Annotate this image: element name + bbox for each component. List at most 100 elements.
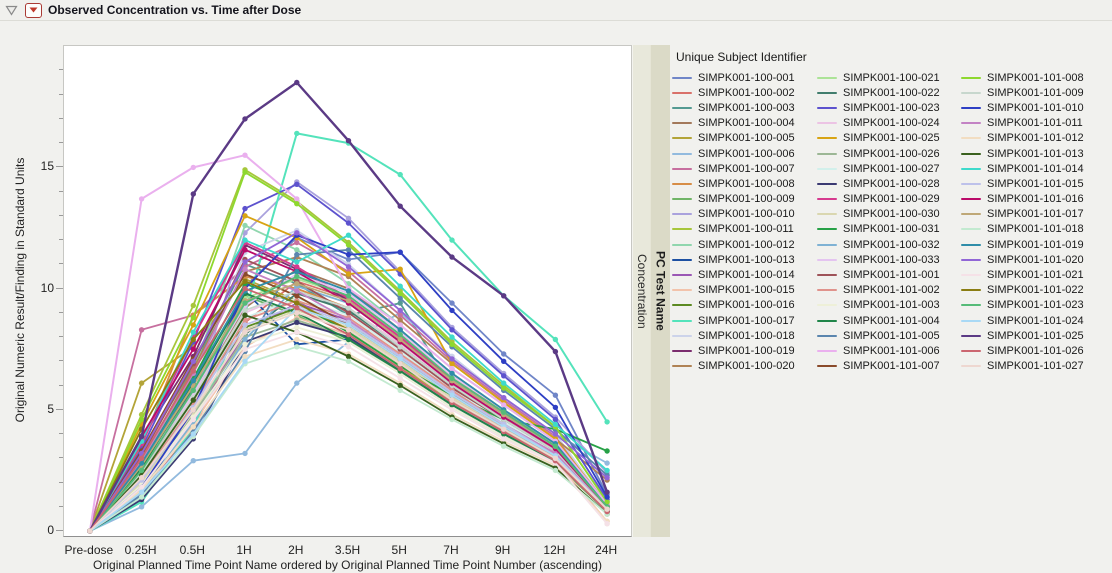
legend-item[interactable]: SIMPK001-101-014 <box>961 161 1084 176</box>
series-marker[interactable] <box>242 451 247 456</box>
series-marker[interactable] <box>191 431 196 436</box>
series-marker[interactable] <box>294 293 299 298</box>
series-marker[interactable] <box>553 456 558 461</box>
series-marker[interactable] <box>294 269 299 274</box>
legend-item[interactable]: SIMPK001-100-027 <box>817 161 940 176</box>
legend-item[interactable]: SIMPK001-100-019 <box>672 343 795 358</box>
series-marker[interactable] <box>604 521 609 526</box>
series-marker[interactable] <box>242 322 247 327</box>
series-marker[interactable] <box>294 305 299 310</box>
legend-item[interactable]: SIMPK001-100-030 <box>817 207 940 222</box>
series-marker[interactable] <box>553 417 558 422</box>
legend-item[interactable]: SIMPK001-101-008 <box>961 70 1084 85</box>
legend-item[interactable]: SIMPK001-100-016 <box>672 298 795 313</box>
series-marker[interactable] <box>449 327 454 332</box>
series-marker[interactable] <box>242 337 247 342</box>
series-marker[interactable] <box>501 395 506 400</box>
series-marker[interactable] <box>604 494 609 499</box>
series-marker[interactable] <box>191 303 196 308</box>
series-marker[interactable] <box>398 376 403 381</box>
series-marker[interactable] <box>294 320 299 325</box>
series-marker[interactable] <box>449 366 454 371</box>
series-marker[interactable] <box>242 247 247 252</box>
series-marker[interactable] <box>294 247 299 252</box>
legend-item[interactable]: SIMPK001-101-010 <box>961 100 1084 115</box>
series-marker[interactable] <box>346 354 351 359</box>
series-marker[interactable] <box>346 288 351 293</box>
series-marker[interactable] <box>139 196 144 201</box>
series-marker[interactable] <box>242 206 247 211</box>
series-marker[interactable] <box>398 383 403 388</box>
series-marker[interactable] <box>398 250 403 255</box>
legend-item[interactable]: SIMPK001-100-013 <box>672 252 795 267</box>
series-marker[interactable] <box>139 456 144 461</box>
series-marker[interactable] <box>449 397 454 402</box>
series-marker[interactable] <box>449 356 454 361</box>
series-marker[interactable] <box>398 366 403 371</box>
series-marker[interactable] <box>294 182 299 187</box>
series-marker[interactable] <box>191 424 196 429</box>
series-marker[interactable] <box>139 504 144 509</box>
legend-item[interactable]: SIMPK001-101-026 <box>961 343 1084 358</box>
legend-item[interactable]: SIMPK001-100-014 <box>672 267 795 282</box>
series-marker[interactable] <box>346 252 351 257</box>
series-marker[interactable] <box>346 257 351 262</box>
series-marker[interactable] <box>449 393 454 398</box>
series-marker[interactable] <box>139 380 144 385</box>
legend-item[interactable]: SIMPK001-101-002 <box>817 283 940 298</box>
series-marker[interactable] <box>398 332 403 337</box>
series-marker[interactable] <box>501 380 506 385</box>
series-marker[interactable] <box>242 300 247 305</box>
legend-item[interactable]: SIMPK001-101-022 <box>961 283 1084 298</box>
series-marker[interactable] <box>346 264 351 269</box>
series-marker[interactable] <box>87 528 92 533</box>
disclosure-triangle-icon[interactable] <box>5 5 18 16</box>
series-marker[interactable] <box>242 213 247 218</box>
plot-area[interactable] <box>63 45 632 537</box>
series-marker[interactable] <box>346 138 351 143</box>
legend-item[interactable]: SIMPK001-100-009 <box>672 192 795 207</box>
series-marker[interactable] <box>449 254 454 259</box>
series-marker[interactable] <box>604 507 609 512</box>
legend-item[interactable]: SIMPK001-101-013 <box>961 146 1084 161</box>
legend-item[interactable]: SIMPK001-100-001 <box>672 70 795 85</box>
legend-item[interactable]: SIMPK001-100-031 <box>817 222 940 237</box>
series-marker[interactable] <box>449 334 454 339</box>
series-marker[interactable] <box>242 259 247 264</box>
series-marker[interactable] <box>191 388 196 393</box>
series-marker[interactable] <box>191 368 196 373</box>
legend-item[interactable]: SIMPK001-100-029 <box>817 192 940 207</box>
legend-item[interactable]: SIMPK001-100-025 <box>817 131 940 146</box>
series-marker[interactable] <box>191 315 196 320</box>
series-marker[interactable] <box>398 291 403 296</box>
legend-item[interactable]: SIMPK001-101-017 <box>961 207 1084 222</box>
series-marker[interactable] <box>294 325 299 330</box>
series-marker[interactable] <box>604 448 609 453</box>
legend-item[interactable]: SIMPK001-100-008 <box>672 176 795 191</box>
legend-item[interactable]: SIMPK001-100-012 <box>672 237 795 252</box>
series-marker[interactable] <box>242 286 247 291</box>
legend-item[interactable]: SIMPK001-100-018 <box>672 328 795 343</box>
series-marker[interactable] <box>191 397 196 402</box>
series-marker[interactable] <box>346 247 351 252</box>
series-marker[interactable] <box>346 293 351 298</box>
series-marker[interactable] <box>346 298 351 303</box>
series-marker[interactable] <box>553 393 558 398</box>
series-marker[interactable] <box>449 376 454 381</box>
series-marker[interactable] <box>398 204 403 209</box>
legend-item[interactable]: SIMPK001-100-006 <box>672 146 795 161</box>
series-marker[interactable] <box>398 172 403 177</box>
legend-item[interactable]: SIMPK001-101-001 <box>817 267 940 282</box>
series-marker[interactable] <box>242 237 247 242</box>
series-marker[interactable] <box>398 327 403 332</box>
series-marker[interactable] <box>139 468 144 473</box>
legend-item[interactable]: SIMPK001-100-004 <box>672 116 795 131</box>
series-marker[interactable] <box>294 131 299 136</box>
series-marker[interactable] <box>449 237 454 242</box>
legend-item[interactable]: SIMPK001-101-024 <box>961 313 1084 328</box>
series-marker[interactable] <box>346 322 351 327</box>
legend-item[interactable]: SIMPK001-101-009 <box>961 85 1084 100</box>
series-marker[interactable] <box>294 330 299 335</box>
series-marker[interactable] <box>346 233 351 238</box>
legend-item[interactable]: SIMPK001-100-028 <box>817 176 940 191</box>
